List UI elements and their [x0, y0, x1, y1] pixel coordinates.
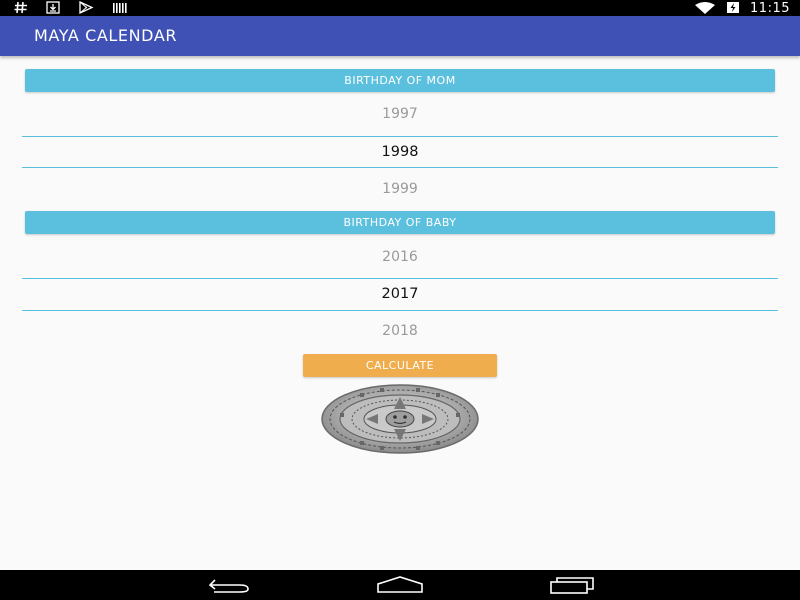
mom-year-item-prev[interactable]: 1997: [22, 106, 778, 122]
navigation-bar: [0, 570, 800, 600]
app-bar: MAYA CALENDAR: [0, 16, 800, 56]
baby-year-item-prev[interactable]: 2016: [22, 249, 778, 265]
hash-icon: [14, 0, 28, 18]
calculate-button[interactable]: CALCULATE: [303, 354, 497, 377]
app-title: MAYA CALENDAR: [34, 26, 178, 45]
mom-year-item-selected[interactable]: 1998: [22, 144, 778, 160]
baby-year-item-selected[interactable]: 2017: [22, 286, 778, 302]
battery-icon: [726, 0, 740, 18]
mom-year-item-next[interactable]: 1999: [22, 181, 778, 197]
mom-picker-divider-bottom: [22, 167, 778, 168]
status-bar: 11:15: [0, 0, 800, 16]
home-icon[interactable]: [375, 575, 425, 595]
recents-icon[interactable]: [547, 575, 597, 595]
download-icon: [46, 0, 60, 18]
status-time: 11:15: [750, 0, 790, 16]
baby-picker-divider-top: [22, 278, 778, 279]
play-store-icon: [78, 0, 94, 18]
status-bar-notifications: [14, 0, 128, 16]
status-bar-system: 11:15: [694, 0, 790, 16]
back-icon[interactable]: [204, 575, 254, 595]
birthday-of-mom-button[interactable]: BIRTHDAY OF MOM: [25, 69, 775, 92]
wifi-icon: [694, 0, 716, 18]
baby-picker-divider-bottom: [22, 310, 778, 311]
mom-picker-divider-top: [22, 136, 778, 137]
baby-year-item-next[interactable]: 2018: [22, 323, 778, 339]
barcode-icon: [112, 0, 128, 18]
birthday-of-baby-button[interactable]: BIRTHDAY OF BABY: [25, 211, 775, 234]
maya-calendar-stone-image: [320, 383, 480, 455]
